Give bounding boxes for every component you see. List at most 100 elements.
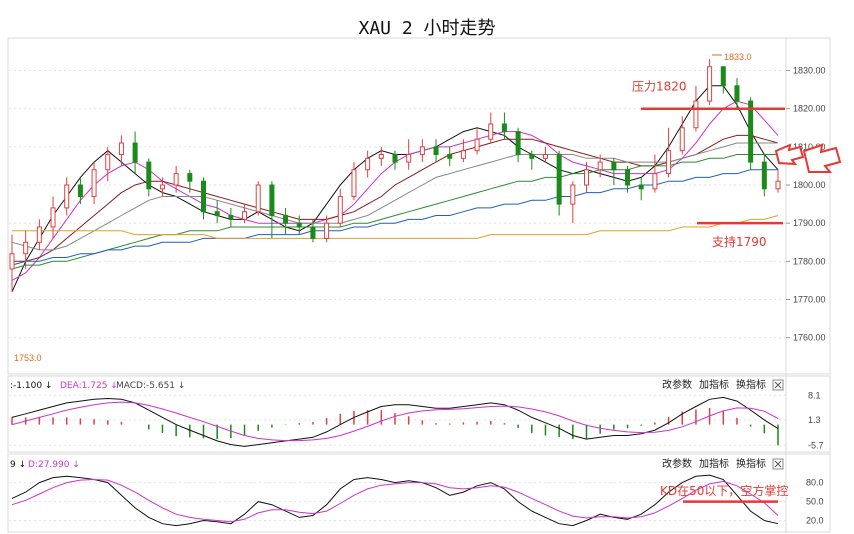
down-right-arrow-icon-large [802, 143, 842, 173]
candle-body [23, 241, 29, 255]
resistance-label: 压力1820 [632, 80, 687, 94]
macd-close-icon[interactable] [772, 379, 784, 391]
candle-body [529, 153, 535, 159]
candle-body [556, 153, 562, 205]
support-label: 支持1790 [712, 234, 767, 249]
candle-body [324, 222, 330, 239]
macd-series [11, 396, 779, 447]
candle-body [611, 161, 617, 171]
macd-axis-ticks: 8.1 1.3 -5.7 [808, 390, 824, 450]
kdj-tick-label: 20.0 [806, 516, 824, 526]
macd-value: MACD:-5.651 ↓ [116, 381, 185, 391]
kdj-k-line [11, 474, 779, 527]
kdj-tick-label: 50.0 [806, 497, 824, 507]
candle-body [351, 169, 357, 197]
candle-body [638, 184, 644, 190]
macd-dea-value: DEA:1.725 ↓ [60, 381, 118, 391]
candle-body [707, 66, 713, 102]
candle-body [50, 207, 56, 228]
kdj-k-value: 9 ↓ [10, 460, 26, 470]
candle-body [474, 138, 480, 152]
moving-average-line [11, 169, 778, 266]
candle-body [748, 100, 754, 163]
moving-average-line [11, 100, 779, 281]
candle-body [775, 180, 781, 190]
kdj-switch-indicator-button[interactable]: 换指标 [736, 457, 766, 470]
candle-body [542, 153, 548, 159]
candle-body [597, 161, 603, 171]
price-tick-label: 1820.00 [793, 104, 826, 114]
chart-canvas: 1830.001820.001810.001800.001790.001780.… [7, 37, 842, 533]
candle-body [9, 253, 15, 270]
kdj-close-icon[interactable] [772, 458, 784, 470]
kdj-series [9, 474, 786, 527]
candle-body [269, 184, 275, 217]
down-right-arrow-icon [774, 143, 805, 166]
candle-body [36, 226, 42, 243]
candle-body [310, 226, 316, 239]
price-tick-label: 1790.00 [793, 218, 826, 228]
candle-body [337, 195, 343, 224]
grid [9, 70, 786, 339]
candle-body [679, 127, 685, 152]
candle-body [406, 153, 412, 163]
candle-body [433, 146, 439, 155]
kdj-d-value: D:27.990 ↓ [28, 460, 80, 470]
candle-body [132, 142, 138, 163]
candle-body [64, 184, 70, 209]
price-tick-label: 1770.00 [793, 294, 826, 304]
candle-body [255, 184, 261, 213]
macd-switch-indicator-button[interactable]: 换指标 [736, 378, 766, 391]
candle-body [515, 131, 521, 155]
candle-body [570, 184, 576, 205]
candle-body [761, 161, 767, 190]
macd-dif-value: :-1.100 ↓ [10, 381, 52, 391]
candles [9, 59, 781, 292]
candle-body [187, 173, 193, 182]
low-price-label: 1753.0 [14, 353, 42, 363]
high-price-label: 1833.0 [724, 52, 752, 62]
candle-body [584, 169, 589, 186]
kdj-axis-ticks: 80.0 50.0 20.0 [806, 478, 824, 526]
candle-body [118, 142, 124, 155]
candle-body [625, 169, 631, 186]
candle-body [105, 153, 111, 171]
candle-body [720, 66, 726, 87]
macd-tick-label: 1.3 [808, 415, 821, 425]
candle-body [447, 153, 453, 159]
price-tick-label: 1780.00 [793, 256, 826, 266]
macd-add-indicator-button[interactable]: 加指标 [699, 378, 729, 391]
price-tick-label: 1800.00 [793, 180, 826, 190]
candle-body [228, 215, 234, 220]
candle-body [201, 180, 206, 213]
candle-body [501, 123, 507, 133]
candle-body [392, 153, 398, 163]
candle-body [378, 153, 384, 159]
candle-body [693, 100, 699, 129]
candle-body [652, 173, 658, 190]
candle-body [283, 215, 289, 224]
macd-modify-params-button[interactable]: 改参数 [662, 378, 692, 391]
price-tick-label: 1760.00 [793, 333, 826, 343]
kdj-tick-label: 80.0 [806, 478, 824, 488]
candle-body [488, 123, 494, 140]
macd-tick-label: 8.1 [808, 390, 821, 400]
candle-body [460, 150, 466, 159]
kdj-modify-params-button[interactable]: 改参数 [662, 457, 692, 470]
candle-body [419, 146, 425, 155]
candle-body [173, 173, 179, 186]
price-tick-label: 1830.00 [793, 66, 826, 76]
candle-body [365, 157, 371, 171]
candle-body [734, 85, 740, 102]
kdj-add-indicator-button[interactable]: 加指标 [699, 457, 729, 470]
moving-average-line [12, 215, 779, 239]
candle-body [91, 169, 97, 197]
candle-body [146, 161, 152, 190]
candle-body [296, 222, 302, 228]
candle-body [666, 150, 672, 175]
macd-tick-label: -5.7 [808, 440, 824, 450]
candle-body [242, 211, 248, 220]
price-axis-ticks: 1830.001820.001810.001800.001790.001780.… [786, 66, 826, 343]
kdj-annotation: KD在50以下，空方掌控 [660, 483, 788, 498]
candle-body [159, 184, 165, 190]
